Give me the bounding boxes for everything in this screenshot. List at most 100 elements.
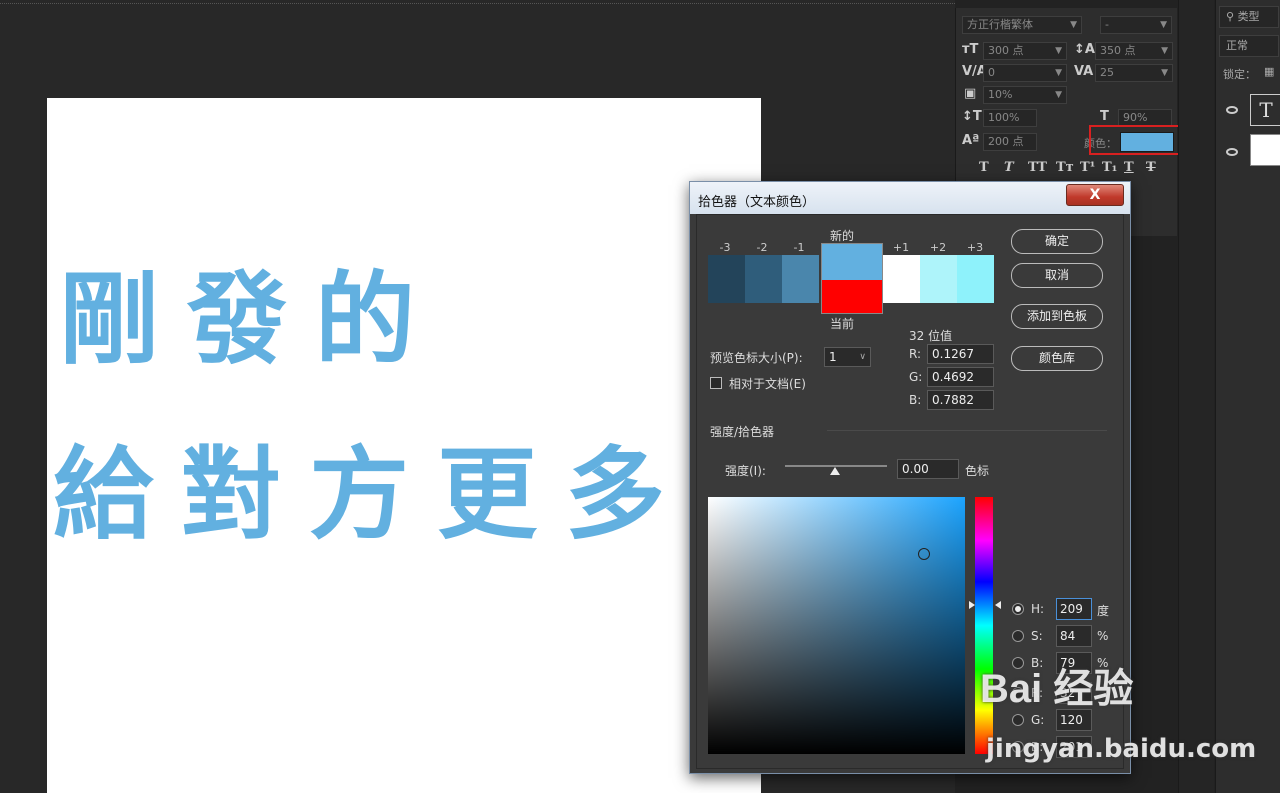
strikethrough-button[interactable]: T [1146,160,1156,175]
text-layer-line-1[interactable]: 剛發的 [59,238,443,383]
font-size-icon: ᴛT [962,42,979,57]
color-picker-marker[interactable] [918,548,930,560]
tracking-icon: VA [1074,64,1094,79]
subscript-button[interactable]: T₁ [1102,160,1117,175]
chevron-down-icon: ▼ [1055,68,1062,78]
preview-size-value: 1 [829,350,837,364]
layers-panel: ⚲ 类型 正常 锁定： ▦ T [1215,0,1280,793]
kerning-select[interactable]: 0 ▼ [983,64,1067,82]
h-radio[interactable] [1012,603,1024,615]
stop-label-plus-1: +1 [892,241,910,254]
small-caps-button[interactable]: Tт [1056,160,1074,175]
relative-to-document-checkbox[interactable] [710,377,722,389]
r32-label: R: [909,347,922,361]
horizontal-scale-icon: T [1100,109,1109,124]
saturation-brightness-field[interactable] [708,497,965,754]
chevron-down-icon: ∨ [859,352,866,362]
relative-to-document-label: 相对于文档(E) [729,377,806,391]
section-divider [827,430,1107,431]
color-stop-minus-3[interactable] [708,255,745,303]
g32-label: G: [909,370,923,384]
text-layer-thumbnail[interactable]: T [1250,94,1280,126]
intensity-label: 强度(I): [725,464,766,478]
tsume-icon: ▣ [964,86,977,101]
font-size-value: 300 点 [988,44,1024,57]
stop-label-plus-2: +2 [929,241,947,254]
s-label: S: [1031,629,1043,643]
chevron-down-icon: ▼ [1070,20,1077,30]
faux-italic-button[interactable]: T [1004,160,1014,175]
document-canvas[interactable]: 剛發的 給對方更多 [47,98,761,793]
g32-field[interactable]: 0.4692 [927,367,994,387]
faux-bold-button[interactable]: T [979,160,989,175]
color-stop-plus-2[interactable] [920,255,957,303]
blend-mode-select[interactable]: 正常 [1219,35,1279,57]
r32-field[interactable]: 0.1267 [927,344,994,364]
ok-button[interactable]: 确定 [1011,229,1103,254]
color-stop-minus-1[interactable] [782,255,819,303]
stop-label-minus-2: -2 [756,241,768,254]
preview-size-select[interactable]: 1 ∨ [824,347,871,367]
intensity-unit-label: 色标 [965,464,990,478]
s-radio[interactable] [1012,630,1024,642]
all-caps-button[interactable]: TT [1028,160,1047,175]
watermark-url: jingyan.baidu.com [986,734,1257,764]
color-stop-plus-1[interactable] [883,255,920,303]
saturation-field[interactable]: 84 [1056,625,1092,647]
background-layer-thumbnail[interactable] [1250,134,1280,166]
font-style-value: - [1105,18,1109,31]
eye-icon[interactable] [1226,106,1238,114]
font-family-value: 方正行楷繁体 [967,18,1033,31]
dialog-titlebar[interactable]: 拾色器（文本颜色） X [690,182,1130,214]
superscript-button[interactable]: T¹ [1080,160,1095,175]
stop-label-minus-3: -3 [719,241,731,254]
leading-select[interactable]: 350 点 ▼ [1095,42,1173,60]
color-stop-minus-2[interactable] [745,255,782,303]
tracking-value: 25 [1100,66,1114,79]
current-color-swatch[interactable] [821,280,883,314]
hue-arrow-left-icon[interactable] [969,601,975,609]
panel-dock-strip [1178,0,1214,793]
font-family-select[interactable]: 方正行楷繁体 ▼ [962,16,1082,34]
lock-transparency-icon[interactable]: ▦ [1264,65,1274,78]
font-style-select[interactable]: - ▼ [1100,16,1172,34]
color-libraries-button[interactable]: 颜色库 [1011,346,1103,371]
vertical-scale-icon: ↕T [962,109,982,124]
g-radio[interactable] [1012,714,1024,726]
blend-mode-value: 正常 [1226,39,1248,52]
new-color-swatch [821,243,883,281]
g-label: G: [1031,713,1045,727]
intensity-field[interactable]: 0.00 [897,459,959,479]
color-stop-plus-3[interactable] [957,255,994,303]
chevron-down-icon: ▼ [1055,90,1062,100]
intensity-slider-thumb[interactable] [830,467,840,475]
search-icon: ⚲ [1226,10,1238,23]
section-title: 强度/拾色器 [710,425,775,439]
layer-search[interactable]: ⚲ 类型 [1219,6,1279,28]
h-label: H: [1031,602,1045,616]
hue-arrow-right-icon[interactable] [995,601,1001,609]
baseline-shift-icon: Aª [962,133,980,148]
s-unit: % [1097,629,1109,643]
vertical-scale-value: 100% [988,111,1020,124]
cancel-button[interactable]: 取消 [1011,263,1103,288]
hue-field[interactable]: 209 [1056,598,1092,620]
baseline-shift-field[interactable]: 200 点 [983,133,1037,151]
hue-slider[interactable] [975,497,993,754]
tsume-select[interactable]: 10% ▼ [983,86,1067,104]
h-unit: 度 [1097,604,1110,618]
layer-search-label: 类型 [1237,10,1260,23]
close-button[interactable]: X [1066,184,1124,206]
stop-label-plus-3: +3 [966,241,984,254]
underline-button[interactable]: T [1124,160,1134,175]
add-to-swatches-button[interactable]: 添加到色板 [1011,304,1103,329]
vertical-scale-field[interactable]: 100% [983,109,1037,127]
dialog-title: 拾色器（文本颜色） [698,195,816,210]
b32-field[interactable]: 0.7882 [927,390,994,410]
text-layer-line-2[interactable]: 給對方更多 [53,413,693,558]
tracking-select[interactable]: 25 ▼ [1095,64,1173,82]
eye-icon[interactable] [1226,148,1238,156]
lock-label: 锁定： [1223,68,1256,81]
font-size-select[interactable]: 300 点 ▼ [983,42,1067,60]
leading-icon: ↕A [1074,42,1095,57]
